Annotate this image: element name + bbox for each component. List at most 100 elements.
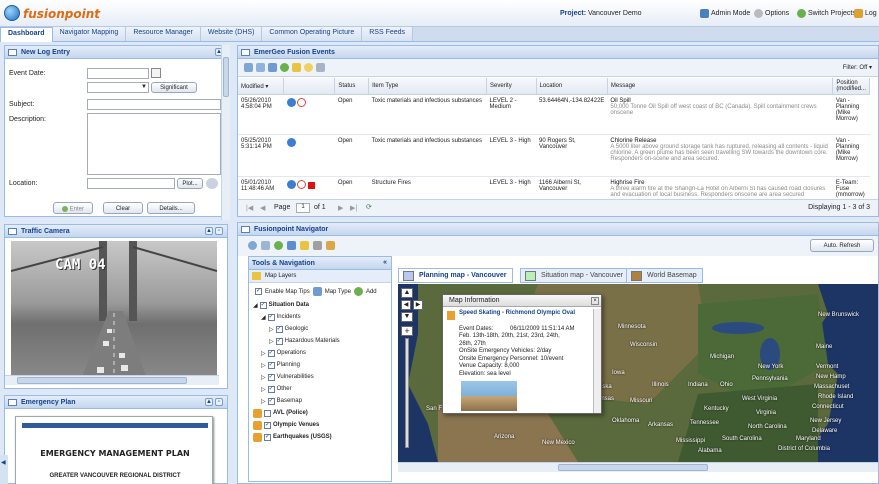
globe-icon[interactable] bbox=[206, 178, 218, 189]
col-status[interactable]: Status bbox=[334, 78, 370, 95]
last-page-icon[interactable]: ▶| bbox=[350, 204, 357, 212]
state-label: New Brunswick bbox=[818, 312, 860, 318]
table-row[interactable]: 05/26/2010 4:58:04 PM Open Toxic material… bbox=[238, 94, 870, 135]
tree-item-incidents[interactable]: ◢ ✓ Incidents bbox=[253, 311, 389, 323]
refresh-icon[interactable]: ⟳ bbox=[366, 203, 372, 211]
table-row[interactable]: 05/25/2010 5:31:14 PM Open Toxic material… bbox=[238, 134, 870, 177]
camera-hscrollbar[interactable] bbox=[5, 375, 219, 385]
col-message[interactable]: Message bbox=[607, 78, 834, 95]
tab-navigator-mapping[interactable]: Navigator Mapping bbox=[52, 27, 127, 41]
print-map-icon[interactable] bbox=[313, 241, 322, 250]
hscroll-thumb[interactable] bbox=[17, 377, 187, 384]
pan-left-icon[interactable]: ◀ bbox=[401, 300, 411, 310]
switch-projects-link[interactable]: Switch Projects bbox=[797, 9, 856, 18]
tab-resource-manager[interactable]: Resource Manager bbox=[126, 27, 201, 41]
popup-scrollbar[interactable] bbox=[593, 309, 601, 413]
measure-icon[interactable] bbox=[300, 241, 309, 250]
left-edge-arrows[interactable]: ◀ bbox=[0, 455, 8, 484]
options-link[interactable]: Options bbox=[754, 9, 789, 18]
enable-tips-checkbox[interactable]: ✓ bbox=[255, 288, 262, 295]
col-severity[interactable]: Severity bbox=[486, 78, 537, 95]
tree-item-vulnerabilities[interactable]: ▷ ✓ Vulnerabilities bbox=[253, 371, 389, 383]
expand-icon[interactable]: ▲ bbox=[205, 227, 213, 235]
map-hscrollbar[interactable] bbox=[398, 462, 878, 472]
pan-icon[interactable] bbox=[261, 241, 270, 250]
layer-icon[interactable] bbox=[274, 241, 283, 250]
map-type-button[interactable]: Map Type bbox=[325, 289, 351, 295]
event-date-field[interactable] bbox=[87, 68, 149, 79]
alert-icon[interactable] bbox=[304, 63, 313, 72]
state-label: Vermont bbox=[816, 364, 839, 370]
tree-item-avl-police[interactable]: AVL (Police) bbox=[253, 407, 389, 419]
plan-document[interactable]: EMERGENCY MANAGEMENT PLAN GREATER VANCOU… bbox=[15, 416, 213, 484]
filter-dropdown[interactable]: Filter: Off ▾ bbox=[843, 64, 872, 71]
restore-icon[interactable]: ▫ bbox=[215, 227, 223, 235]
tree-item-basemap[interactable]: ▷ ✓ Basemap bbox=[253, 395, 389, 407]
add-layer-button[interactable]: Add bbox=[366, 289, 377, 295]
folder-icon[interactable] bbox=[292, 63, 301, 72]
pan-up-icon[interactable]: ▲ bbox=[401, 288, 413, 298]
view-event-icon[interactable] bbox=[268, 63, 277, 72]
pan-down-icon[interactable]: ▼ bbox=[401, 312, 413, 322]
col-location[interactable]: Location bbox=[536, 78, 608, 95]
location-field[interactable] bbox=[87, 178, 175, 189]
globe-icon[interactable] bbox=[286, 138, 296, 147]
map-event-icon[interactable] bbox=[280, 63, 289, 72]
logout-link[interactable]: Log bbox=[854, 9, 877, 18]
admin-mode-link[interactable]: Admin Mode bbox=[700, 9, 750, 18]
col-item-type[interactable]: Item Type bbox=[368, 78, 488, 95]
enter-button[interactable]: Enter bbox=[53, 202, 93, 214]
col-modified[interactable]: Modified ▾ bbox=[238, 78, 285, 95]
tab-rss-feeds[interactable]: RSS Feeds bbox=[362, 27, 414, 41]
page-input[interactable]: 1 bbox=[296, 203, 310, 213]
plot-button[interactable]: Plot... bbox=[177, 178, 203, 189]
identify-icon[interactable] bbox=[287, 241, 296, 250]
tab-common-operating-picture[interactable]: Common Operating Picture bbox=[262, 27, 363, 41]
new-event-icon[interactable] bbox=[244, 63, 253, 72]
plan-restore-icon[interactable]: ▫ bbox=[215, 398, 223, 406]
tree-item-earthquakes[interactable]: ✓ Earthquakes (USGS) bbox=[253, 431, 389, 443]
tree-item-olympic-venues[interactable]: ✓ Olympic Venues bbox=[253, 419, 389, 431]
auto-refresh-button[interactable]: Auto. Refresh bbox=[810, 239, 874, 252]
map-hscroll-thumb[interactable] bbox=[558, 464, 708, 471]
next-page-icon[interactable]: ▶ bbox=[338, 204, 343, 212]
first-page-icon[interactable]: |◀ bbox=[246, 204, 253, 212]
zoom-slider[interactable] bbox=[405, 338, 409, 448]
map-layers-header[interactable]: Map Layers bbox=[249, 270, 391, 283]
description-field[interactable] bbox=[87, 113, 221, 175]
draw-icon[interactable] bbox=[326, 241, 335, 250]
map-tab-situation[interactable]: Situation map - Vancouver bbox=[520, 268, 629, 283]
print-icon[interactable] bbox=[316, 63, 325, 72]
tree-item-operations[interactable]: ▷ ✓ Operations bbox=[253, 347, 389, 359]
calendar-icon[interactable] bbox=[151, 68, 161, 78]
subject-field[interactable] bbox=[87, 99, 221, 110]
chevron-down-icon: ▼ bbox=[141, 84, 147, 90]
map-tab-world[interactable]: World Basemap bbox=[626, 268, 703, 283]
significant-button[interactable]: Significant bbox=[151, 82, 197, 93]
globe-icon[interactable] bbox=[286, 180, 296, 189]
zoom-icon[interactable] bbox=[248, 241, 257, 250]
satellite-map[interactable]: Minnesota Wisconsin Michigan New York Io… bbox=[398, 284, 878, 462]
map-tab-planning[interactable]: Planning map - Vancouver bbox=[398, 268, 513, 283]
tree-item-situation-data[interactable]: ◢ ✓ Situation Data bbox=[253, 299, 389, 311]
col-position[interactable]: Position (modified... bbox=[832, 78, 870, 95]
tree-item-other[interactable]: ▷ ✓ Other bbox=[253, 383, 389, 395]
close-icon[interactable]: × bbox=[591, 297, 599, 305]
pan-right-icon[interactable]: ▶ bbox=[413, 300, 423, 310]
left-scrollbar[interactable] bbox=[221, 45, 230, 220]
tab-website-dhs[interactable]: Website (DHS) bbox=[200, 27, 263, 41]
clear-button[interactable]: Clear bbox=[103, 202, 143, 214]
scroll-thumb[interactable] bbox=[223, 57, 229, 97]
details-button[interactable]: Details... bbox=[147, 202, 195, 214]
collapse-left-icon[interactable]: « bbox=[383, 259, 387, 266]
plan-expand-icon[interactable]: ▲ bbox=[205, 398, 213, 406]
prev-page-icon[interactable]: ◀ bbox=[260, 204, 265, 212]
edit-event-icon[interactable] bbox=[256, 63, 265, 72]
time-select[interactable]: ▼ bbox=[87, 82, 149, 93]
tree-item-hazardous-materials[interactable]: ▷ ✓ Hazardous Materials bbox=[253, 335, 389, 347]
tab-dashboard[interactable]: Dashboard bbox=[0, 27, 53, 42]
tree-item-geologic[interactable]: ▷ ✓ Geologic bbox=[253, 323, 389, 335]
zoom-in-icon[interactable]: + bbox=[401, 326, 413, 336]
tree-item-planning[interactable]: ▷ ✓ Planning bbox=[253, 359, 389, 371]
globe-icon[interactable] bbox=[286, 98, 296, 107]
